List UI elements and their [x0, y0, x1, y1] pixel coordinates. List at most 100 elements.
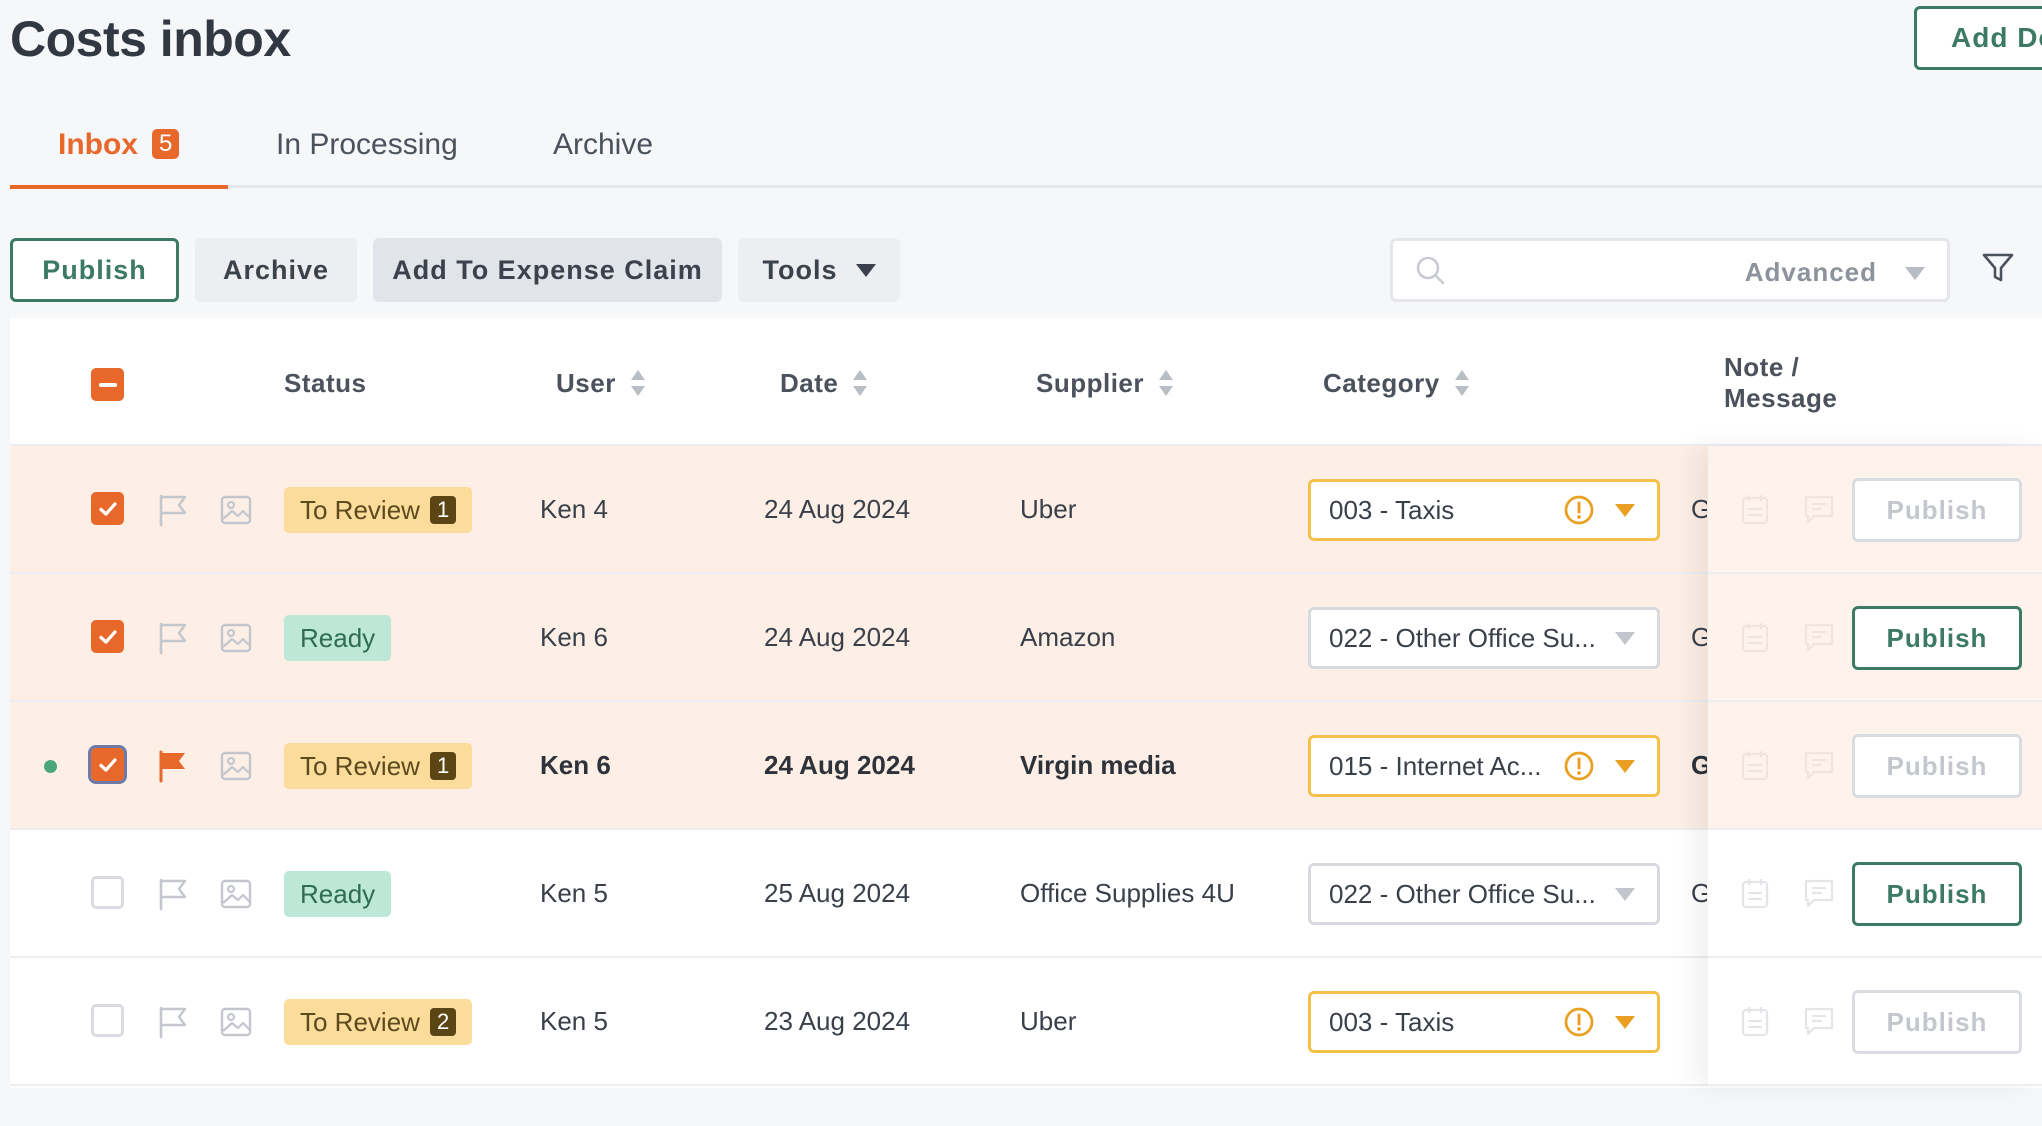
- image-icon[interactable]: [219, 493, 253, 527]
- publish-button[interactable]: Publish: [10, 238, 179, 302]
- image-icon[interactable]: [219, 749, 253, 783]
- check-icon: [98, 629, 117, 644]
- filter-icon[interactable]: [1980, 250, 2016, 286]
- image-icon[interactable]: [219, 1005, 253, 1039]
- tab-inbox-label: Inbox: [58, 128, 138, 161]
- unread-indicator: [44, 760, 57, 773]
- chevron-down-icon: [1615, 504, 1635, 517]
- check-icon: [98, 501, 117, 516]
- status-count: 1: [429, 496, 457, 524]
- chevron-down-icon: [1615, 632, 1635, 645]
- check-icon: [98, 757, 117, 772]
- row-publish-button[interactable]: Publish: [1852, 990, 2022, 1054]
- message-icon[interactable]: [1802, 748, 1836, 782]
- search-input[interactable]: Advanced: [1390, 238, 1950, 302]
- row-publish-button[interactable]: Publish: [1852, 606, 2022, 670]
- row-publish-button[interactable]: Publish: [1852, 734, 2022, 798]
- row-checkbox[interactable]: [91, 620, 124, 653]
- category-select[interactable]: 022 - Other Office Su...: [1308, 607, 1660, 669]
- tab-inbox[interactable]: Inbox 5: [58, 128, 180, 162]
- sort-icon: [1159, 370, 1174, 396]
- category-value: 003 - Taxis: [1329, 1007, 1455, 1037]
- warning-icon: [1564, 751, 1594, 781]
- category-select[interactable]: 003 - Taxis: [1308, 991, 1660, 1053]
- supplier-cell: Uber: [1020, 1006, 1077, 1036]
- status-label: Ready: [300, 623, 376, 653]
- row-checkbox[interactable]: [91, 1004, 124, 1037]
- note-icon[interactable]: [1738, 620, 1772, 654]
- category-value: 022 - Other Office Su...: [1329, 623, 1596, 653]
- chevron-down-icon: [1615, 760, 1635, 773]
- user-cell: Ken 6: [540, 622, 608, 652]
- advanced-search-toggle[interactable]: Advanced: [1745, 257, 1877, 288]
- column-supplier[interactable]: Supplier: [1036, 368, 1174, 399]
- column-user[interactable]: User: [556, 368, 646, 399]
- row-actions: Publish: [1708, 574, 2042, 702]
- column-message-label: Message: [1724, 383, 1838, 413]
- image-icon[interactable]: [219, 877, 253, 911]
- supplier-cell: Virgin media: [1020, 750, 1176, 780]
- date-cell: 24 Aug 2024: [764, 622, 911, 652]
- note-icon[interactable]: [1738, 876, 1772, 910]
- select-all-checkbox[interactable]: [91, 368, 124, 401]
- image-icon[interactable]: [219, 621, 253, 655]
- chevron-down-icon: [1615, 1016, 1635, 1029]
- tools-dropdown-button[interactable]: Tools: [738, 238, 900, 302]
- status-label: Ready: [300, 879, 376, 909]
- column-category[interactable]: Category: [1323, 368, 1470, 399]
- status-count: 1: [429, 752, 457, 780]
- warning-icon: [1564, 1007, 1594, 1037]
- tabs-divider: [10, 185, 2042, 188]
- message-icon[interactable]: [1802, 492, 1836, 526]
- add-to-expense-claim-button[interactable]: Add To Expense Claim: [373, 238, 722, 302]
- flag-icon[interactable]: [156, 621, 190, 655]
- category-select[interactable]: 003 - Taxis: [1308, 479, 1660, 541]
- tab-archive[interactable]: Archive: [553, 128, 653, 162]
- search-icon: [1416, 256, 1445, 285]
- note-icon[interactable]: [1738, 1004, 1772, 1038]
- message-icon[interactable]: [1802, 620, 1836, 654]
- column-date[interactable]: Date: [780, 368, 868, 399]
- status-badge: Ready: [284, 871, 392, 917]
- row-actions-panel: Publish Publish Publish Publish Publish: [1708, 446, 2042, 1086]
- flag-icon[interactable]: [156, 877, 190, 911]
- note-cell: G: [1691, 622, 1707, 652]
- note-icon[interactable]: [1738, 748, 1772, 782]
- row-actions: Publish: [1708, 446, 2042, 574]
- supplier-cell: Office Supplies 4U: [1020, 878, 1235, 908]
- category-value: 022 - Other Office Su...: [1329, 879, 1596, 909]
- category-select[interactable]: 022 - Other Office Su...: [1308, 863, 1660, 925]
- column-status: Status: [284, 368, 367, 398]
- column-note-label: Note /: [1724, 352, 1800, 382]
- tab-in-processing[interactable]: In Processing: [276, 128, 458, 162]
- sort-icon: [1454, 370, 1469, 396]
- note-icon[interactable]: [1738, 492, 1772, 526]
- flag-icon[interactable]: [156, 493, 190, 527]
- user-cell: Ken 5: [540, 878, 608, 908]
- message-icon[interactable]: [1802, 1004, 1836, 1038]
- date-cell: 25 Aug 2024: [764, 878, 911, 908]
- user-cell: Ken 4: [540, 494, 608, 524]
- add-document-button[interactable]: Add Do: [1914, 6, 2042, 70]
- row-checkbox[interactable]: [91, 876, 124, 909]
- row-checkbox[interactable]: [88, 745, 127, 784]
- row-actions: Publish: [1708, 958, 2042, 1086]
- status-badge: To Review 1: [284, 743, 473, 789]
- status-badge: Ready: [284, 615, 392, 661]
- sort-icon: [853, 370, 868, 396]
- tab-inbox-badge: 5: [152, 129, 180, 159]
- category-select[interactable]: 015 - Internet Ac...: [1308, 735, 1660, 797]
- row-actions: Publish: [1708, 702, 2042, 830]
- row-publish-button[interactable]: Publish: [1852, 862, 2022, 926]
- row-checkbox[interactable]: [91, 492, 124, 525]
- message-icon[interactable]: [1802, 876, 1836, 910]
- flag-icon[interactable]: [156, 1005, 190, 1039]
- row-publish-button[interactable]: Publish: [1852, 478, 2022, 542]
- column-user-label: User: [556, 368, 616, 398]
- category-value: 003 - Taxis: [1329, 495, 1455, 525]
- flag-icon[interactable]: [156, 749, 190, 783]
- indeterminate-icon: [98, 382, 117, 387]
- supplier-cell: Uber: [1020, 494, 1077, 524]
- archive-button[interactable]: Archive: [195, 238, 357, 302]
- user-cell: Ken 6: [540, 750, 611, 780]
